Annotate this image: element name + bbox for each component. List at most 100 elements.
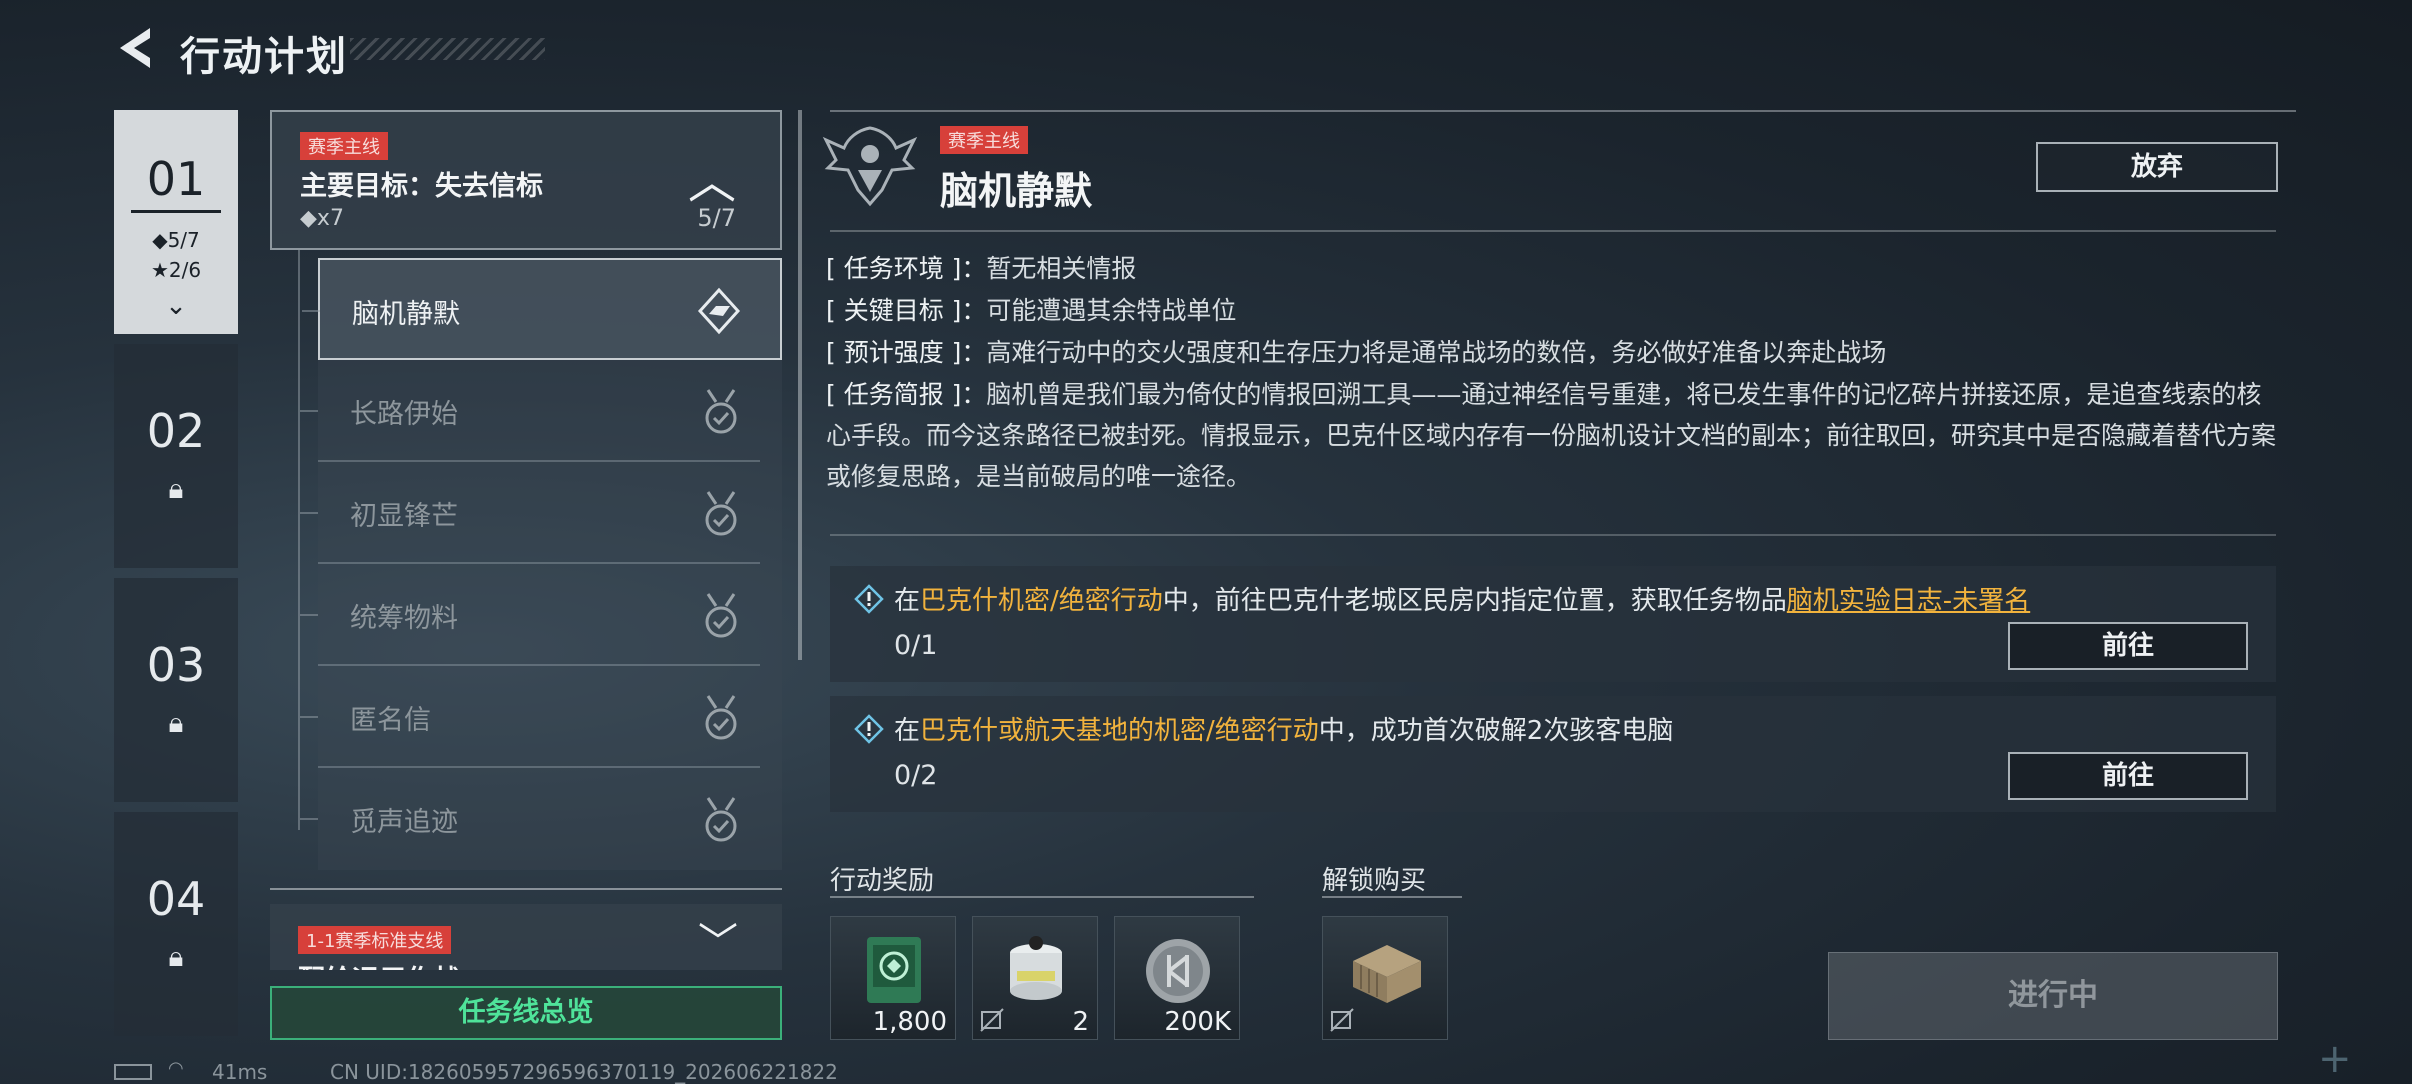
- tree-tick: [300, 716, 318, 718]
- info-key-target: [ 关键目标 ]：可能遭遇其余特战单位: [826, 290, 1236, 331]
- plus-icon: +: [2318, 1036, 2352, 1082]
- back-arrow-icon[interactable]: [112, 24, 158, 72]
- reward-item[interactable]: 2: [972, 916, 1098, 1040]
- mission-label: 初显锋芒: [350, 501, 458, 532]
- completed-medal-icon: [705, 593, 737, 638]
- task-text: 中，前往巴克什老城区民房内指定位置，获取任务物品: [1162, 586, 1787, 616]
- side-line-tag: 1-1赛季标准支线: [298, 926, 452, 954]
- info-key: [ 预计强度 ]：: [826, 338, 987, 367]
- task-description: 在巴克什机密/绝密行动中，前往巴克什老城区民房内指定位置，获取任务物品脑机实验日…: [894, 580, 2030, 617]
- canister-icon: [1010, 936, 1062, 1000]
- mission-label: 长路伊始: [350, 399, 458, 430]
- mission-item[interactable]: 匿名信: [300, 666, 782, 768]
- mission-item[interactable]: 长路伊始: [300, 360, 782, 462]
- lock-icon: 🔒︎: [168, 472, 184, 505]
- ping-readout: 41ms: [212, 1060, 268, 1084]
- chevron-up-icon[interactable]: ︿: [688, 142, 736, 212]
- chapter-number: 04: [146, 872, 206, 926]
- completed-medal-icon: [705, 695, 737, 740]
- task-highlight: 巴克什机密/绝密行动: [920, 586, 1163, 616]
- chapter-diamond-progress: ◆5/7: [152, 228, 200, 252]
- unlock-label: 解锁购买: [1322, 866, 1427, 896]
- mission-item[interactable]: 觅声追迹: [300, 768, 782, 870]
- reward-quantity: 1,800: [872, 1007, 947, 1037]
- mission-line-overview-button[interactable]: 任务线总览: [270, 986, 782, 1040]
- mission-label: 匿名信: [350, 705, 431, 736]
- lock-icon: 🔒︎: [168, 940, 184, 973]
- chapter-number: 03: [146, 638, 206, 692]
- task-progress: 0/1: [894, 630, 938, 661]
- list-divider: [270, 888, 782, 890]
- tree-tick: [300, 614, 318, 616]
- alert-icon: [854, 584, 884, 614]
- go-button[interactable]: 前往: [2008, 752, 2248, 800]
- season-main-tag: 赛季主线: [940, 126, 1028, 154]
- main-goal-card[interactable]: 赛季主线 主要目标：失去信标 ◆x7 5/7 ︿: [270, 110, 782, 250]
- chevron-down-icon[interactable]: ﹀: [698, 910, 738, 968]
- mission-item[interactable]: 初显锋芒: [300, 462, 782, 564]
- info-value: 脑机曾是我们最为倚仗的情报回溯工具——通过神经信号重建，将已发生事件的记忆碎片拼…: [826, 380, 2277, 491]
- rewards-underline: [830, 896, 1254, 898]
- completed-medal-icon: [705, 797, 737, 842]
- rewards-label: 行动奖励: [830, 866, 935, 896]
- reward-quantity: 200K: [1164, 1007, 1231, 1037]
- chapter-star-progress: ★2/6: [150, 258, 202, 282]
- wifi-icon: ◠: [168, 1058, 184, 1079]
- task-item-link[interactable]: 脑机实验日志-未署名: [1787, 586, 2030, 616]
- chapter-divider: [131, 210, 221, 213]
- reward-quantity: 2: [1072, 1007, 1089, 1037]
- task-row: 在巴克什机密/绝密行动中，前往巴克什老城区民房内指定位置，获取任务物品脑机实验日…: [830, 566, 2276, 682]
- coin-icon: [1146, 939, 1210, 1003]
- info-key: [ 任务环境 ]：: [826, 254, 987, 283]
- bound-item-icon: [1330, 1008, 1354, 1032]
- chapter-tab-04[interactable]: 04 🔒︎: [114, 812, 238, 1036]
- unlock-item[interactable]: [1322, 916, 1448, 1040]
- info-brief: [ 任务简报 ]：脑机曾是我们最为倚仗的情报回溯工具——通过神经信号重建，将已发…: [826, 374, 2286, 497]
- scrollbar[interactable]: [798, 110, 802, 660]
- tree-tick: [300, 410, 318, 412]
- mission-item[interactable]: 统筹物料: [300, 564, 782, 666]
- chevron-down-icon: ⌄: [165, 291, 187, 321]
- main-goal-title: 主要目标：失去信标: [300, 171, 543, 202]
- mission-tree-line: [298, 250, 300, 830]
- reward-item[interactable]: 200K: [1114, 916, 1240, 1040]
- task-row: 在巴克什或航天基地的机密/绝密行动中，成功首次破解2次骇客电脑 0/2 前往: [830, 696, 2276, 812]
- in-progress-button[interactable]: 进行中: [1828, 952, 2278, 1040]
- info-value: 可能遭遇其余特战单位: [986, 296, 1237, 325]
- task-text: 在: [894, 716, 921, 746]
- mission-label: 脑机静默: [352, 299, 460, 330]
- alert-icon: [854, 714, 884, 744]
- mission-title: 脑机静默: [940, 169, 1093, 213]
- info-key: [ 任务简报 ]：: [826, 380, 987, 409]
- task-text: 在: [894, 586, 921, 616]
- completed-medal-icon: [705, 389, 737, 434]
- uid-readout: CN UID:18260595729659637011​9_2026062218…: [330, 1060, 838, 1084]
- page-title: 行动计划: [180, 34, 348, 80]
- mission-label: 统筹物料: [350, 603, 458, 634]
- task-description: 在巴克什或航天基地的机密/绝密行动中，成功首次破解2次骇客电脑: [894, 710, 1673, 747]
- mission-item[interactable]: 脑机静默: [302, 258, 782, 360]
- chapter-tab-02[interactable]: 02 🔒︎: [114, 344, 238, 568]
- chapter-tab-03[interactable]: 03 🔒︎: [114, 578, 238, 802]
- detail-divider: [830, 230, 2276, 232]
- task-progress: 0/2: [894, 760, 938, 791]
- info-environment: [ 任务环境 ]：暂无相关情报: [826, 248, 1136, 289]
- completed-medal-icon: [705, 491, 737, 536]
- info-intensity: [ 预计强度 ]：高难行动中的交火强度和生存压力将是通常战场的数倍，务必做好准备…: [826, 332, 1886, 373]
- chapter-number: 01: [146, 152, 206, 206]
- chapter-tab-01[interactable]: 01 ◆5/7 ★2/6 ⌄: [114, 110, 238, 334]
- side-line-title: 配给运用作战: [298, 958, 460, 970]
- tree-tick: [300, 818, 318, 820]
- season-main-tag: 赛季主线: [300, 132, 388, 160]
- go-button[interactable]: 前往: [2008, 622, 2248, 670]
- side-line-card[interactable]: 1-1赛季标准支线 配给运用作战 ﹀: [270, 904, 782, 970]
- reward-item[interactable]: 1,800: [830, 916, 956, 1040]
- emblem-chip-icon: [867, 937, 921, 1003]
- lock-icon: 🔒︎: [168, 706, 184, 739]
- title-decoration: [350, 38, 545, 60]
- info-value: 高难行动中的交火强度和生存压力将是通常战场的数倍，务必做好准备以奔赴战场: [986, 338, 1887, 367]
- task-text: 中，成功首次破解2次骇客电脑: [1318, 716, 1674, 746]
- tree-tick: [302, 310, 320, 312]
- abandon-button[interactable]: 放弃: [2036, 142, 2278, 192]
- crate-icon: [1353, 945, 1421, 1003]
